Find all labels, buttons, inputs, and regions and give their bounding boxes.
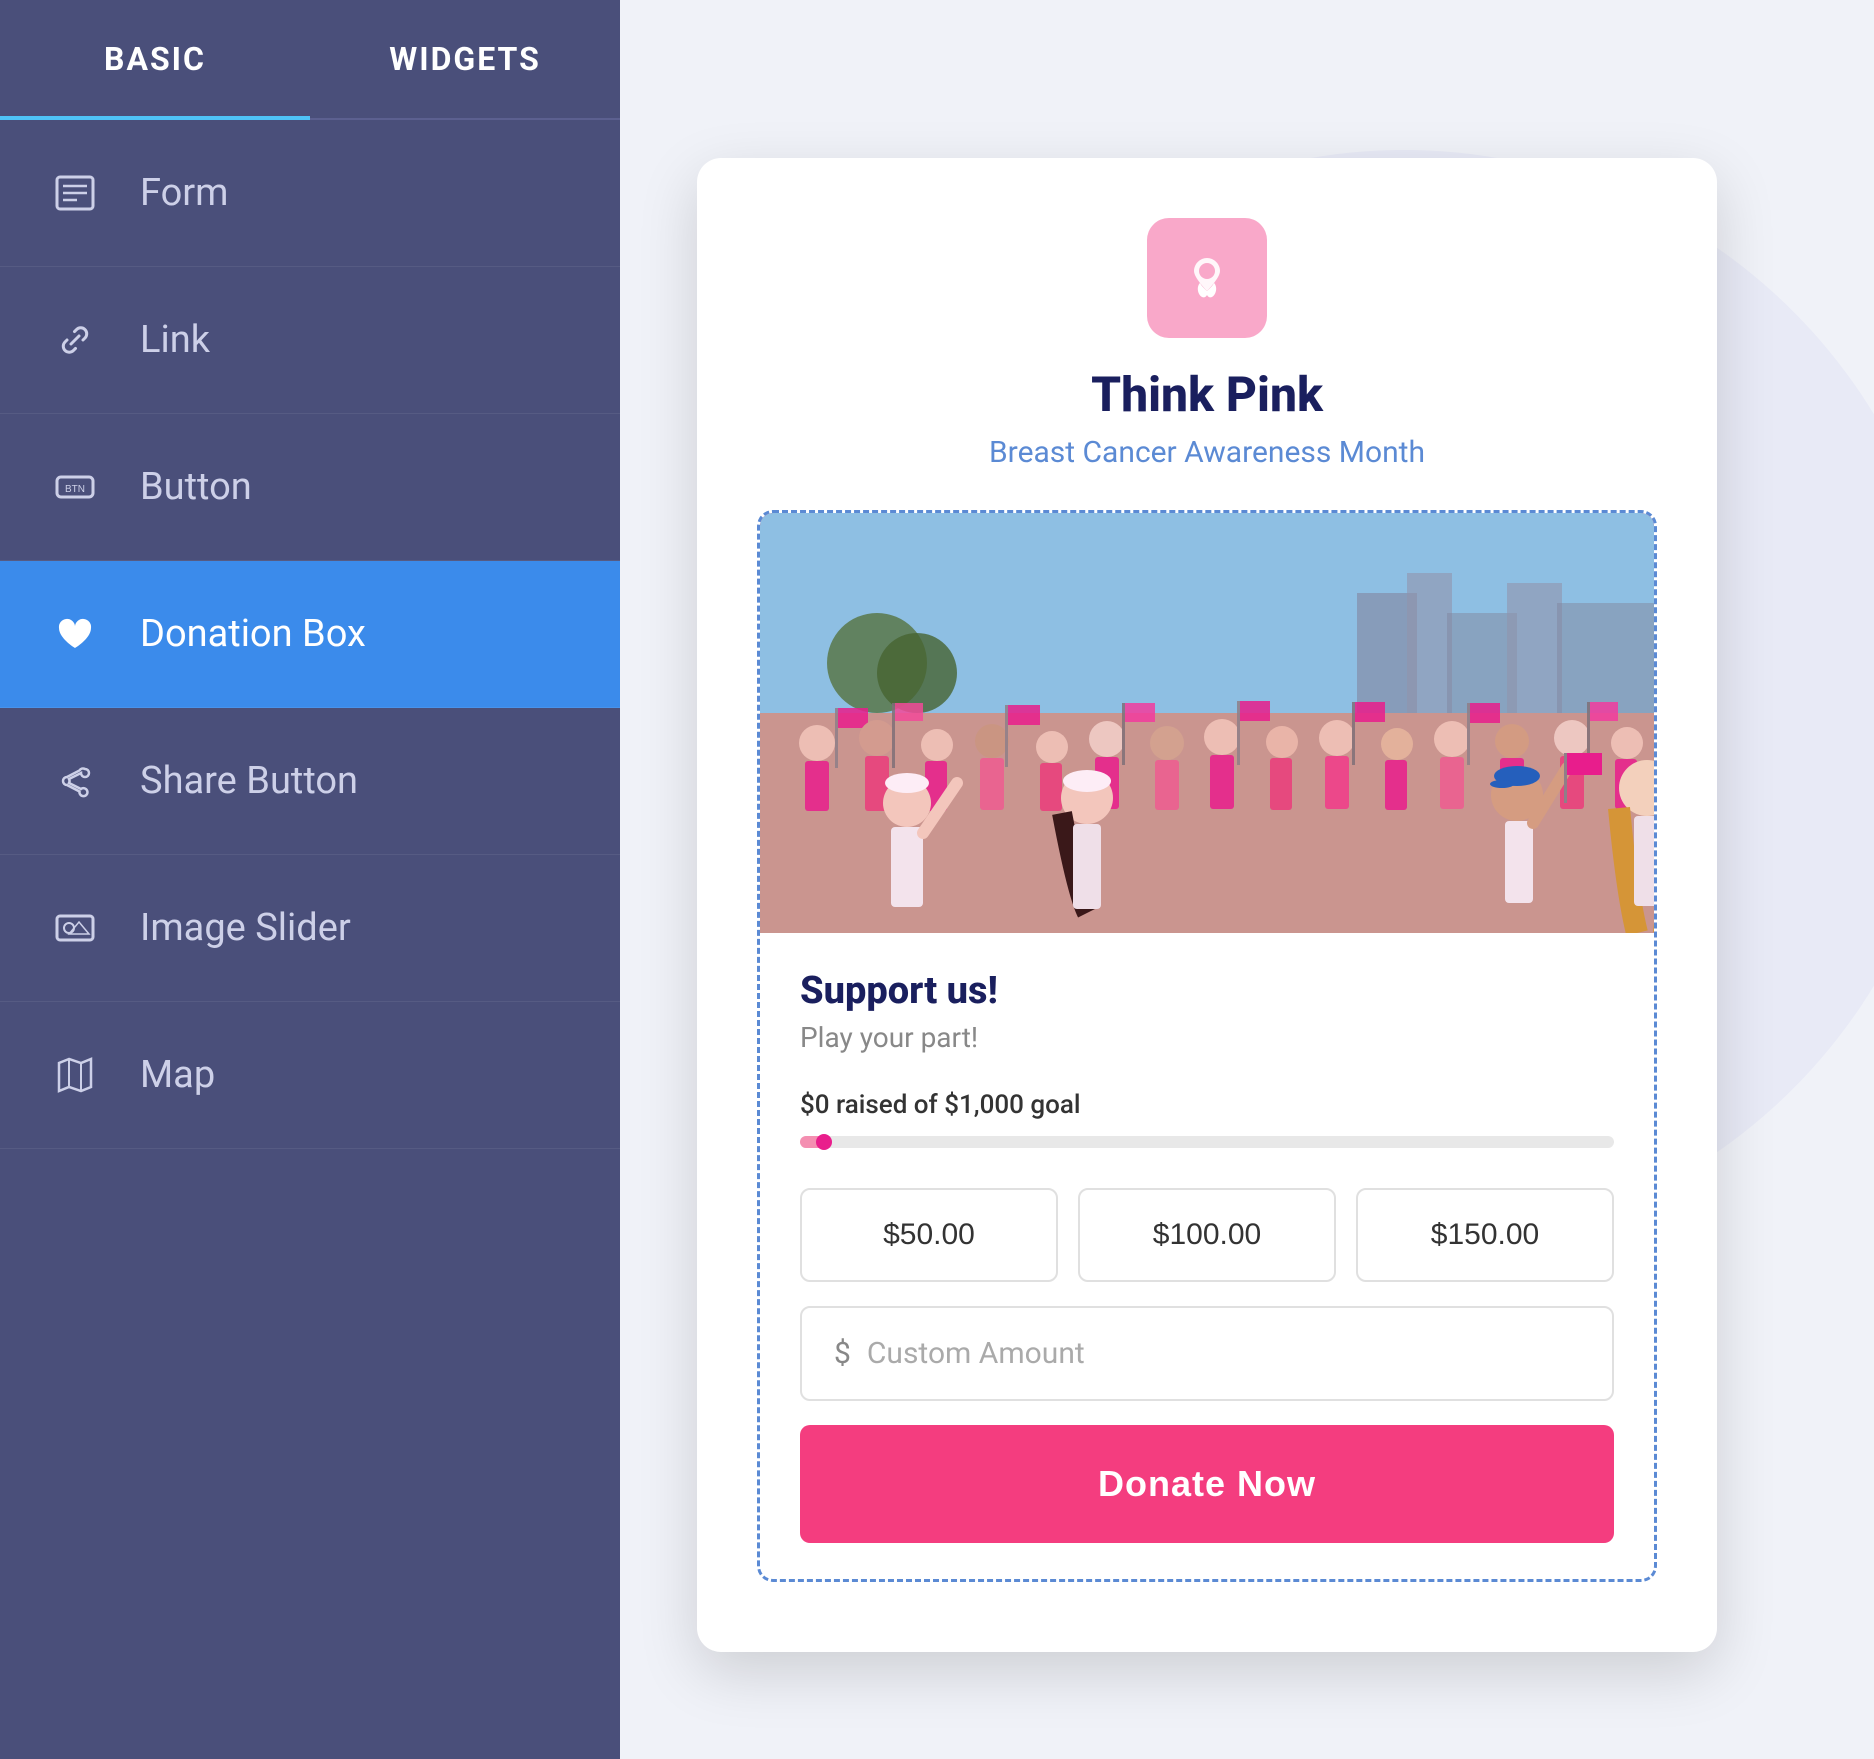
- amount-buttons: $50.00 $100.00 $150.00: [800, 1188, 1614, 1282]
- progress-dot: [816, 1134, 832, 1150]
- donation-box: Support us! Play your part! $0 raised of…: [757, 510, 1657, 1582]
- ribbon-logo: [1147, 218, 1267, 338]
- button-icon: BTN: [50, 462, 100, 512]
- share-icon: [50, 756, 100, 806]
- button-label: Button: [140, 465, 252, 509]
- progress-bar-fill: [800, 1136, 824, 1148]
- main-content: Think Pink Breast Cancer Awareness Month: [620, 0, 1874, 1759]
- tab-basic[interactable]: BASIC: [0, 0, 310, 118]
- donate-now-button[interactable]: Donate Now: [800, 1425, 1614, 1543]
- sidebar-tabs: BASIC WIDGETS: [0, 0, 620, 120]
- tab-widgets[interactable]: WIDGETS: [310, 0, 620, 118]
- dollar-sign: $: [834, 1336, 851, 1371]
- donation-card: Think Pink Breast Cancer Awareness Month: [697, 158, 1717, 1652]
- sidebar-item-share-button[interactable]: Share Button: [0, 708, 620, 855]
- support-subtitle: Play your part!: [800, 1021, 1614, 1054]
- goal-text: $0 raised of $1,000 goal: [800, 1090, 1614, 1120]
- map-label: Map: [140, 1053, 215, 1097]
- custom-amount-placeholder: Custom Amount: [867, 1336, 1085, 1371]
- sidebar-item-link[interactable]: Link: [0, 267, 620, 414]
- card-title: Think Pink: [757, 366, 1657, 423]
- share-button-label: Share Button: [140, 759, 358, 803]
- donation-content: Support us! Play your part! $0 raised of…: [760, 933, 1654, 1579]
- sidebar-item-button[interactable]: BTN Button: [0, 414, 620, 561]
- image-slider-icon: [50, 903, 100, 953]
- event-image: [760, 513, 1654, 933]
- link-label: Link: [140, 318, 210, 362]
- custom-amount-field[interactable]: $ Custom Amount: [800, 1306, 1614, 1401]
- sidebar-item-map[interactable]: Map: [0, 1002, 620, 1149]
- image-slider-label: Image Slider: [140, 906, 351, 950]
- svg-text:BTN: BTN: [65, 484, 85, 495]
- link-icon: [50, 315, 100, 365]
- support-title: Support us!: [800, 969, 1614, 1013]
- donation-box-label: Donation Box: [140, 612, 366, 656]
- sidebar-item-donation-box[interactable]: Donation Box: [0, 561, 620, 708]
- amount-btn-150[interactable]: $150.00: [1356, 1188, 1614, 1282]
- map-icon: [50, 1050, 100, 1100]
- form-icon: [50, 168, 100, 218]
- card-header: Think Pink Breast Cancer Awareness Month: [757, 218, 1657, 470]
- amount-btn-50[interactable]: $50.00: [800, 1188, 1058, 1282]
- sidebar: BASIC WIDGETS Form Link BTN: [0, 0, 620, 1759]
- heart-icon: [50, 609, 100, 659]
- form-label: Form: [140, 171, 229, 215]
- card-subtitle: Breast Cancer Awareness Month: [757, 435, 1657, 470]
- progress-bar-container: [800, 1136, 1614, 1148]
- sidebar-item-form[interactable]: Form: [0, 120, 620, 267]
- sidebar-item-image-slider[interactable]: Image Slider: [0, 855, 620, 1002]
- amount-btn-100[interactable]: $100.00: [1078, 1188, 1336, 1282]
